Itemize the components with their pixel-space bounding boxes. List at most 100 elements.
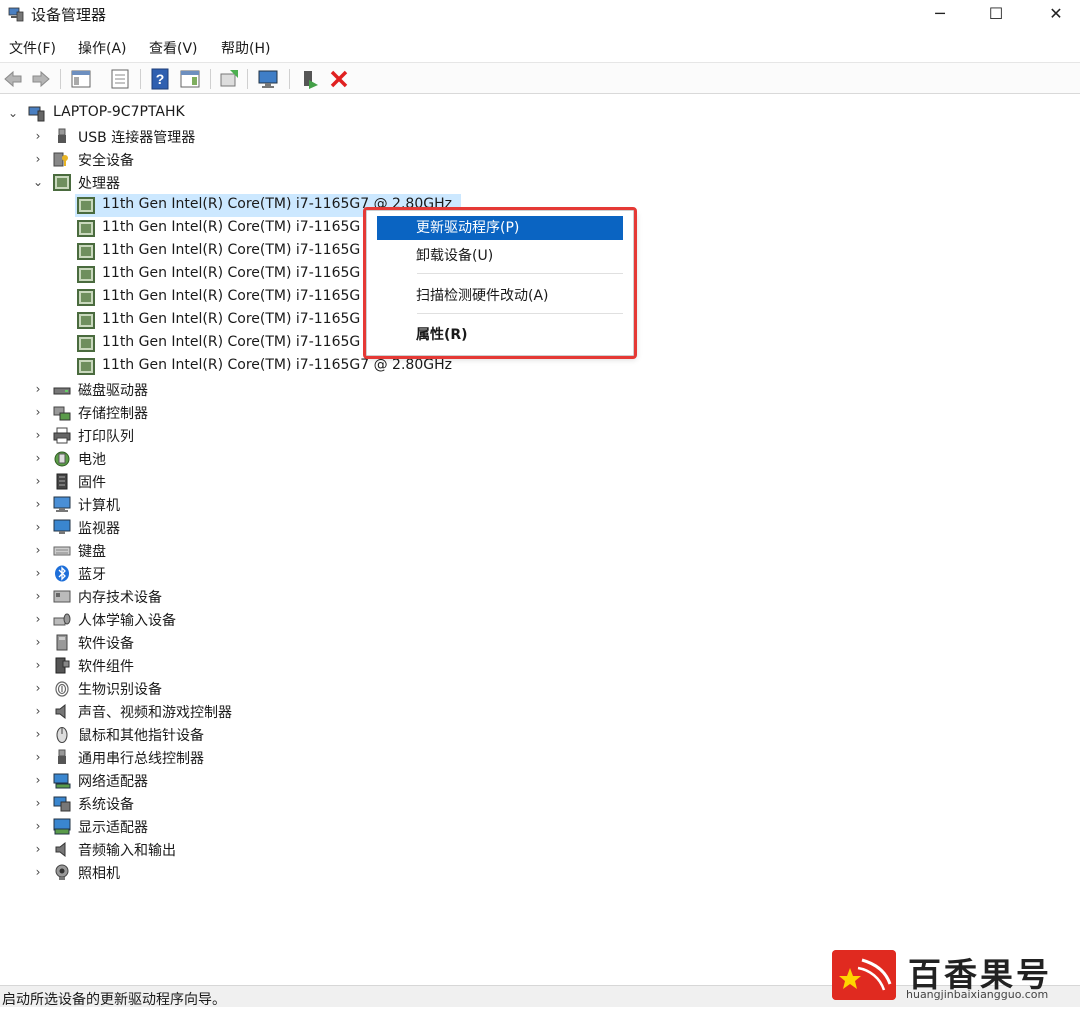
- expand-chevron-icon[interactable]: ›: [32, 519, 44, 535]
- tree-category[interactable]: › 蓝牙: [0, 562, 400, 585]
- category-label: 软件设备: [78, 636, 134, 652]
- expand-chevron-icon[interactable]: ›: [32, 381, 44, 397]
- properties-sheet-icon[interactable]: [109, 68, 131, 90]
- tree-category[interactable]: › 安全设备: [0, 148, 400, 171]
- monitor-icon: [53, 519, 71, 534]
- processor-item[interactable]: 11th Gen Intel(R) Core(TM) i7-1165G: [75, 286, 375, 309]
- minimize-button[interactable]: ─: [910, 0, 970, 30]
- tree-category[interactable]: › 键盘: [0, 539, 400, 562]
- expand-chevron-icon[interactable]: ›: [32, 588, 44, 604]
- tree-category[interactable]: › 软件组件: [0, 654, 400, 677]
- tree-category[interactable]: › 电池: [0, 447, 400, 470]
- tree-category[interactable]: › 显示适配器: [0, 815, 400, 838]
- category-label: 内存技术设备: [78, 590, 162, 606]
- expand-chevron-icon[interactable]: ›: [32, 772, 44, 788]
- expand-chevron-icon[interactable]: ›: [32, 404, 44, 420]
- tree-category[interactable]: › 照相机: [0, 861, 400, 884]
- expand-chevron-icon[interactable]: ›: [32, 749, 44, 765]
- help-icon[interactable]: ?: [149, 68, 171, 90]
- menu-action[interactable]: 操作(A): [78, 38, 127, 58]
- expand-chevron-icon[interactable]: ›: [32, 128, 44, 144]
- tree-category[interactable]: › 人体学输入设备: [0, 608, 400, 631]
- tree-category[interactable]: › 监视器: [0, 516, 400, 539]
- category-label: 磁盘驱动器: [78, 383, 148, 399]
- category-label: 系统设备: [78, 797, 134, 813]
- tree-category[interactable]: › 内存技术设备: [0, 585, 400, 608]
- tree-category[interactable]: › USB 连接器管理器: [0, 125, 400, 148]
- menu-help[interactable]: 帮助(H): [221, 38, 270, 58]
- expand-chevron-icon[interactable]: ›: [32, 795, 44, 811]
- processor-item[interactable]: 11th Gen Intel(R) Core(TM) i7-1165G: [75, 263, 375, 286]
- tree-category[interactable]: › 生物识别设备: [0, 677, 400, 700]
- tree-category[interactable]: › 系统设备: [0, 792, 400, 815]
- tree-category[interactable]: › 打印队列: [0, 424, 400, 447]
- enable-device-icon[interactable]: [299, 68, 321, 90]
- menu-view[interactable]: 查看(V): [149, 38, 198, 58]
- processor-item[interactable]: 11th Gen Intel(R) Core(TM) i7-1165G: [75, 217, 375, 240]
- processor-icon: [77, 266, 95, 283]
- expand-chevron-icon[interactable]: ›: [32, 450, 44, 466]
- keyboard-icon: [53, 546, 71, 556]
- tree-category[interactable]: › 鼠标和其他指针设备: [0, 723, 400, 746]
- menu-file[interactable]: 文件(F): [9, 38, 56, 58]
- title-bar: 设备管理器 ─ ☐ ✕: [0, 0, 1080, 30]
- expand-chevron-icon[interactable]: ›: [32, 726, 44, 742]
- expand-chevron-icon[interactable]: ›: [32, 841, 44, 857]
- forward-arrow-icon[interactable]: [30, 68, 52, 90]
- action-pane-icon[interactable]: [179, 68, 201, 90]
- expand-chevron-icon[interactable]: ›: [32, 818, 44, 834]
- processor-label: 11th Gen Intel(R) Core(TM) i7-1165G: [102, 334, 361, 350]
- processor-label: 11th Gen Intel(R) Core(TM) i7-1165G: [102, 265, 361, 281]
- collapse-chevron-icon[interactable]: ⌄: [7, 105, 19, 121]
- processor-item[interactable]: 11th Gen Intel(R) Core(TM) i7-1165G: [75, 309, 375, 332]
- status-text: 启动所选设备的更新驱动程序向导。: [2, 992, 226, 1008]
- expand-chevron-icon[interactable]: ›: [32, 542, 44, 558]
- expand-chevron-icon[interactable]: ›: [32, 680, 44, 696]
- tree-root[interactable]: ⌄ LAPTOP-9C7PTAHK: [0, 102, 400, 125]
- expand-chevron-icon[interactable]: ›: [32, 151, 44, 167]
- expand-chevron-icon[interactable]: ›: [32, 611, 44, 627]
- expand-chevron-icon[interactable]: ›: [32, 634, 44, 650]
- mouse-icon: [56, 727, 68, 743]
- tree-category[interactable]: › 声音、视频和游戏控制器: [0, 700, 400, 723]
- expand-chevron-icon[interactable]: ›: [32, 864, 44, 880]
- security-key-icon: [53, 152, 68, 167]
- tree-category[interactable]: › 存储控制器: [0, 401, 400, 424]
- tree-category[interactable]: › 磁盘驱动器: [0, 378, 400, 401]
- scan-hardware-icon[interactable]: [257, 68, 279, 90]
- tree-category[interactable]: › 固件: [0, 470, 400, 493]
- tree-category[interactable]: › 计算机: [0, 493, 400, 516]
- tree-category[interactable]: › 软件设备: [0, 631, 400, 654]
- processor-item[interactable]: 11th Gen Intel(R) Core(TM) i7-1165G: [75, 332, 375, 355]
- category-label: 生物识别设备: [78, 682, 162, 698]
- network-adapter-icon: [53, 773, 71, 789]
- tree-category-processors[interactable]: ⌄ 处理器: [0, 171, 400, 194]
- close-button[interactable]: ✕: [1026, 0, 1080, 30]
- expand-chevron-icon[interactable]: ›: [32, 427, 44, 443]
- processor-icon: [77, 335, 95, 352]
- processor-icon: [77, 289, 95, 306]
- expand-chevron-icon[interactable]: ›: [32, 496, 44, 512]
- uninstall-device-icon[interactable]: [328, 68, 350, 90]
- show-hide-console-tree-icon[interactable]: [70, 68, 92, 90]
- expand-chevron-icon[interactable]: ›: [32, 565, 44, 581]
- expand-chevron-icon[interactable]: ›: [32, 657, 44, 673]
- back-arrow-icon[interactable]: [2, 68, 24, 90]
- tree-category[interactable]: › 通用串行总线控制器: [0, 746, 400, 769]
- tree-root-label: LAPTOP-9C7PTAHK: [53, 104, 185, 120]
- collapse-chevron-icon[interactable]: ⌄: [32, 174, 44, 190]
- expand-chevron-icon[interactable]: ›: [32, 473, 44, 489]
- processor-icon: [77, 358, 95, 375]
- processor-item[interactable]: 11th Gen Intel(R) Core(TM) i7-1165G: [75, 240, 375, 263]
- tree-category[interactable]: › 音频输入和输出: [0, 838, 400, 861]
- display-adapter-icon: [53, 818, 71, 835]
- category-label: 照相机: [78, 866, 120, 882]
- expand-chevron-icon[interactable]: ›: [32, 703, 44, 719]
- toolbar: ?: [0, 62, 1080, 94]
- category-label: 电池: [78, 452, 106, 468]
- tree-category[interactable]: › 网络适配器: [0, 769, 400, 792]
- maximize-button[interactable]: ☐: [966, 0, 1026, 30]
- update-driver-icon[interactable]: [218, 68, 240, 90]
- fingerprint-icon: [55, 681, 69, 697]
- category-label: 处理器: [78, 176, 120, 192]
